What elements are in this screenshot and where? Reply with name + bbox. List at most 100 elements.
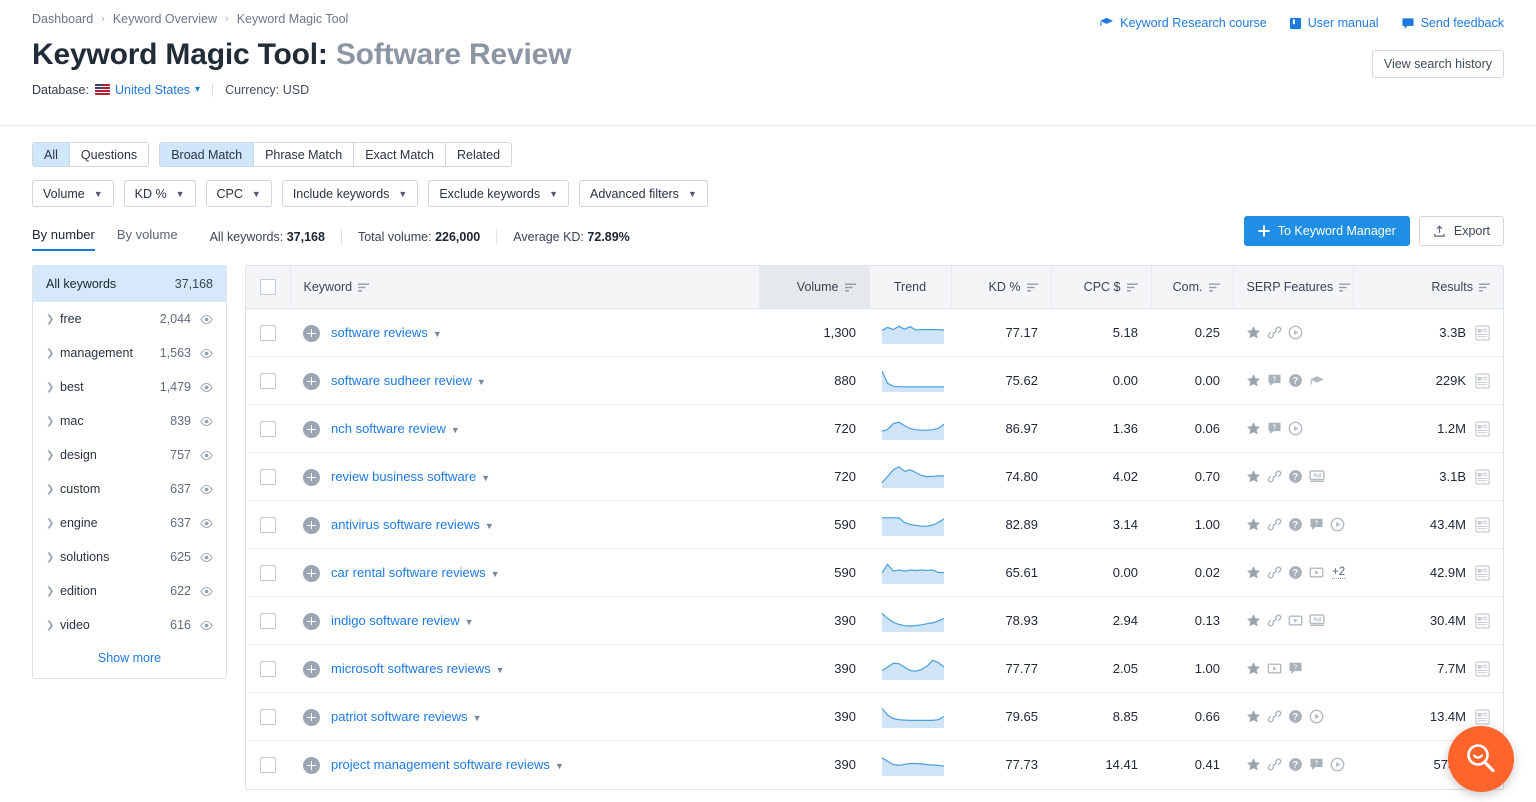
video-play-icon[interactable] — [1330, 757, 1345, 772]
table-row[interactable]: software reviews ▼ 1,300 77.17 5.18 0.25 3.3B — [246, 308, 1503, 357]
link-icon[interactable] — [1267, 325, 1282, 340]
link-send-feedback[interactable]: Send feedback — [1401, 16, 1504, 30]
tab-by-number[interactable]: By number — [32, 227, 95, 251]
add-keyword-icon[interactable] — [303, 468, 320, 486]
table-row[interactable]: review business software ▼ 720 74.80 4.02 0.7… — [246, 452, 1503, 501]
serp-preview-icon[interactable] — [1475, 468, 1490, 485]
chevron-down-icon[interactable]: ▼ — [451, 425, 460, 435]
table-row[interactable]: nch software review ▼ 720 86.97 1.36 0.06? 1.2… — [246, 404, 1503, 453]
keyword-link[interactable]: car rental software reviews — [331, 565, 486, 580]
keyword-link[interactable]: software reviews — [331, 325, 428, 340]
video-play-icon[interactable] — [1288, 421, 1303, 436]
sidebar-item-custom[interactable]: ❯ custom 637 — [33, 472, 226, 506]
star-icon[interactable] — [1246, 661, 1261, 676]
add-keyword-icon[interactable] — [303, 324, 320, 342]
tab-broad-match[interactable]: Broad Match — [160, 143, 255, 166]
add-keyword-icon[interactable] — [303, 660, 320, 678]
column-kd[interactable]: KD % — [951, 265, 1052, 309]
chevron-down-icon[interactable]: ▼ — [491, 569, 500, 579]
star-icon[interactable] — [1246, 325, 1261, 340]
tab-related[interactable]: Related — [445, 143, 512, 166]
chevron-down-icon[interactable]: ▼ — [433, 329, 442, 339]
star-icon[interactable] — [1246, 613, 1261, 628]
eye-icon[interactable] — [200, 585, 213, 598]
add-keyword-icon[interactable] — [303, 372, 320, 390]
to-keyword-manager-button[interactable]: To Keyword Manager — [1243, 216, 1410, 246]
chevron-down-icon[interactable]: ▼ — [496, 665, 505, 675]
row-checkbox[interactable] — [260, 757, 276, 774]
sidebar-item-mac[interactable]: ❯ mac 839 — [33, 404, 226, 438]
keyword-link[interactable]: project management software reviews — [331, 757, 550, 772]
breadcrumb-item-keyword-overview[interactable]: Keyword Overview — [113, 12, 217, 26]
filter-advanced[interactable]: Advanced filters ▼ — [579, 180, 708, 207]
review-box-icon[interactable]: ? — [1267, 373, 1282, 388]
serp-preview-icon[interactable] — [1475, 324, 1490, 341]
review-box-icon[interactable]: ? — [1267, 421, 1282, 436]
keyword-link[interactable]: review business software — [331, 469, 476, 484]
question-icon[interactable]: ? — [1288, 517, 1303, 532]
star-icon[interactable] — [1246, 709, 1261, 724]
link-icon[interactable] — [1267, 565, 1282, 580]
table-row[interactable]: indigo software review ▼ 390 78.93 2.94 0.13 A… — [246, 596, 1503, 645]
sidebar-item-management[interactable]: ❯ management 1,563 — [33, 336, 226, 370]
serp-more-badge[interactable]: +2 — [1332, 566, 1346, 579]
serp-preview-icon[interactable] — [1475, 612, 1490, 629]
video-box-icon[interactable] — [1288, 613, 1303, 628]
chevron-down-icon[interactable]: ▼ — [481, 473, 490, 483]
row-checkbox[interactable] — [260, 708, 276, 725]
row-checkbox[interactable] — [260, 660, 276, 677]
table-row[interactable]: software sudheer review ▼ 880 75.62 0.00 0.00… — [246, 356, 1503, 405]
table-row[interactable]: antivirus software reviews ▼ 590 82.89 3.14 1… — [246, 500, 1503, 549]
filter-include-keywords[interactable]: Include keywords ▼ — [281, 180, 419, 207]
review-box-icon[interactable]: ? — [1309, 517, 1324, 532]
ad-icon[interactable]: Ad — [1309, 613, 1325, 628]
select-all-checkbox[interactable] — [259, 279, 276, 295]
row-checkbox[interactable] — [260, 324, 276, 341]
video-play-icon[interactable] — [1288, 325, 1303, 340]
filter-exclude-keywords[interactable]: Exclude keywords ▼ — [428, 180, 569, 207]
sidebar-item-best[interactable]: ❯ best 1,479 — [33, 370, 226, 404]
sidebar-item-solutions[interactable]: ❯ solutions 625 — [33, 540, 226, 574]
tab-phrase-match[interactable]: Phrase Match — [254, 143, 355, 166]
filter-cpc[interactable]: CPC ▼ — [205, 180, 272, 207]
eye-icon[interactable] — [200, 551, 213, 564]
column-keyword[interactable]: Keyword — [290, 265, 760, 309]
video-play-icon[interactable] — [1309, 709, 1324, 724]
export-button[interactable]: Export — [1418, 216, 1504, 246]
sidebar-item-engine[interactable]: ❯ engine 637 — [33, 506, 226, 540]
tab-all[interactable]: All — [33, 143, 70, 166]
link-keyword-research-course[interactable]: Keyword Research course — [1099, 16, 1267, 30]
eye-icon[interactable] — [200, 619, 213, 632]
serp-preview-icon[interactable] — [1475, 516, 1490, 533]
filter-kd[interactable]: KD % ▼ — [123, 180, 196, 207]
tab-questions[interactable]: Questions — [69, 143, 149, 166]
column-competition[interactable]: Com. — [1151, 265, 1234, 309]
column-cpc[interactable]: CPC $ — [1051, 265, 1152, 309]
video-box-icon[interactable] — [1267, 661, 1282, 676]
graduation-cap-icon[interactable] — [1309, 374, 1325, 388]
chevron-down-icon[interactable]: ▼ — [473, 713, 482, 723]
star-icon[interactable] — [1246, 565, 1261, 580]
row-checkbox[interactable] — [260, 612, 276, 629]
column-volume[interactable]: Volume — [759, 265, 870, 309]
keyword-link[interactable]: software sudheer review — [331, 373, 472, 388]
breadcrumb-item-dashboard[interactable]: Dashboard — [32, 12, 93, 26]
row-checkbox[interactable] — [260, 420, 276, 437]
question-icon[interactable]: ? — [1288, 757, 1303, 772]
star-icon[interactable] — [1246, 373, 1261, 388]
add-keyword-icon[interactable] — [303, 564, 320, 582]
tab-by-volume[interactable]: By volume — [117, 227, 178, 251]
table-row[interactable]: patriot software reviews ▼ 390 79.65 8.85 0.6… — [246, 692, 1503, 741]
add-keyword-icon[interactable] — [303, 516, 320, 534]
serp-preview-icon[interactable] — [1475, 372, 1490, 389]
star-icon[interactable] — [1246, 469, 1261, 484]
sidebar-item-design[interactable]: ❯ design 757 — [33, 438, 226, 472]
ad-icon[interactable]: Ad — [1309, 469, 1325, 484]
serp-preview-icon[interactable] — [1475, 420, 1490, 437]
link-icon[interactable] — [1267, 517, 1282, 532]
star-icon[interactable] — [1246, 757, 1261, 772]
keyword-link[interactable]: microsoft softwares reviews — [331, 661, 491, 676]
eye-icon[interactable] — [200, 381, 213, 394]
eye-icon[interactable] — [200, 517, 213, 530]
link-icon[interactable] — [1267, 757, 1282, 772]
